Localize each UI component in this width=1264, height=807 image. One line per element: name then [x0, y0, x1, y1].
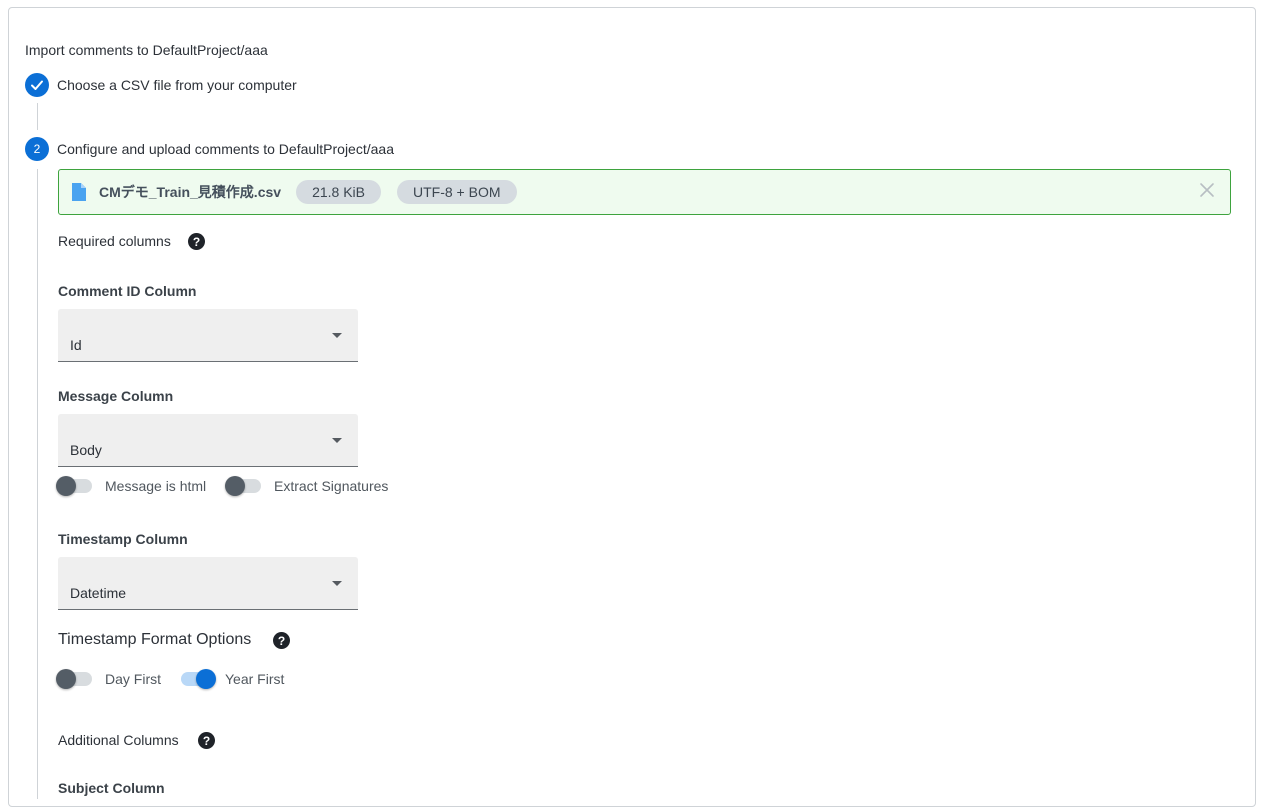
comment-id-column-value: Id: [70, 337, 82, 353]
step-1-label[interactable]: Choose a CSV file from your computer: [57, 77, 297, 93]
message-column-value: Body: [70, 442, 102, 458]
chevron-down-icon: [332, 581, 342, 586]
extract-signatures-toggle[interactable]: [225, 476, 261, 496]
chevron-down-icon: [332, 438, 342, 443]
file-icon: [72, 183, 86, 201]
help-icon[interactable]: ?: [198, 732, 215, 749]
help-icon[interactable]: ?: [273, 632, 290, 649]
step-2-number: 2: [25, 137, 49, 161]
message-is-html-toggle[interactable]: [56, 476, 92, 496]
year-first-toggle[interactable]: [179, 669, 216, 689]
selected-file-panel: CMデモ_Train_見積作成.csv 21.8 KiB UTF-8 + BOM: [58, 169, 1231, 215]
step-connector: [37, 103, 38, 130]
required-columns-heading: Required columns: [58, 233, 171, 249]
comment-id-column-select[interactable]: Id: [58, 309, 358, 362]
timestamp-column-value: Datetime: [70, 585, 127, 601]
message-column-label: Message Column: [58, 388, 174, 404]
help-icon[interactable]: ?: [188, 233, 205, 250]
message-is-html-label: Message is html: [105, 478, 207, 494]
extract-signatures-label: Extract Signatures: [274, 478, 389, 494]
day-first-toggle[interactable]: [56, 669, 92, 689]
file-encoding-badge: UTF-8 + BOM: [397, 180, 517, 204]
page-title: Import comments to DefaultProject/aaa: [25, 42, 268, 58]
timestamp-column-select[interactable]: Datetime: [58, 557, 358, 610]
checkmark-icon: [31, 80, 43, 90]
step-2-label: Configure and upload comments to Default…: [57, 141, 394, 157]
timestamp-format-heading: Timestamp Format Options: [58, 631, 252, 648]
year-first-label: Year First: [225, 671, 285, 687]
day-first-label: Day First: [105, 671, 161, 687]
step-1-complete-icon: [25, 73, 49, 97]
file-size-badge: 21.8 KiB: [296, 180, 381, 204]
chevron-down-icon: [332, 333, 342, 338]
close-icon[interactable]: [1198, 181, 1216, 199]
message-column-select[interactable]: Body: [58, 414, 358, 467]
comment-id-column-label: Comment ID Column: [58, 283, 197, 299]
file-name: CMデモ_Train_見積作成.csv: [99, 184, 282, 200]
timestamp-column-label: Timestamp Column: [58, 531, 188, 547]
step-content-line: [37, 169, 38, 799]
subject-column-label: Subject Column: [58, 780, 165, 796]
additional-columns-heading: Additional Columns: [58, 732, 179, 748]
